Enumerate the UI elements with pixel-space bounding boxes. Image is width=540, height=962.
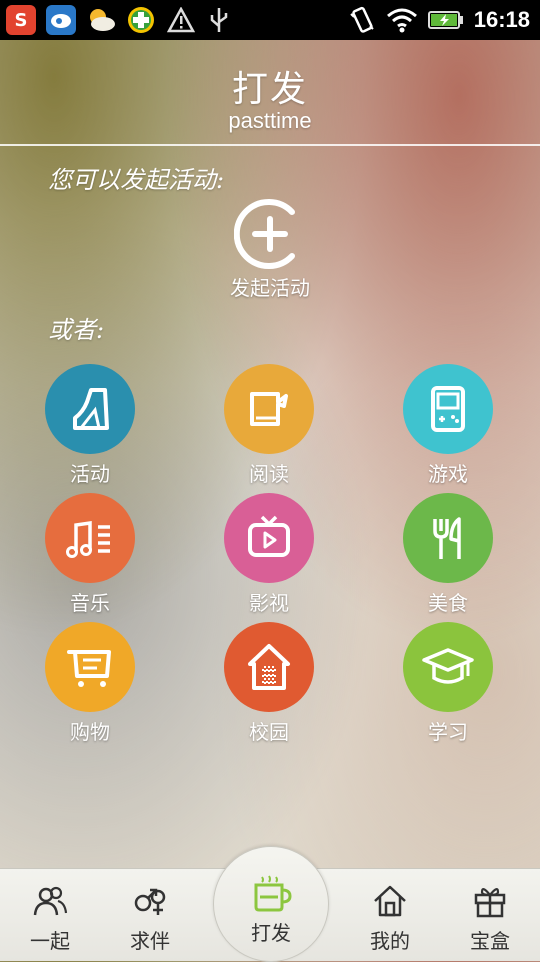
start-activity-label: 发起活动 [230, 276, 310, 300]
category-label: 美食 [428, 591, 468, 615]
category-label: 影视 [249, 591, 289, 615]
tab-label: 打发 [251, 921, 291, 945]
category-movies[interactable]: 影视 [209, 493, 329, 617]
page-subtitle: pasttime [228, 108, 312, 133]
category-label: 校园 [249, 720, 289, 744]
home-icon [374, 885, 406, 917]
category-label: 学习 [428, 720, 468, 744]
header-divider [0, 144, 540, 146]
category-food[interactable]: 美食 [388, 493, 508, 617]
clock: 16:18 [473, 7, 530, 32]
sina-weibo-icon [46, 5, 76, 35]
category-games[interactable]: 游戏 [388, 364, 508, 488]
sogou-input-icon: S [6, 5, 36, 35]
gameboy-icon [403, 364, 493, 454]
graduation-cap-icon [403, 622, 493, 712]
tab-together[interactable]: 一起 [0, 869, 100, 961]
tab-label: 宝盒 [470, 929, 510, 953]
category-campus[interactable]: 校园 [209, 622, 329, 746]
tab-mine[interactable]: 我的 [340, 869, 440, 961]
category-reading[interactable]: 阅读 [209, 364, 329, 488]
category-label: 购物 [70, 720, 110, 744]
360-security-icon [126, 5, 156, 35]
coffee-cup-icon [254, 875, 292, 912]
tab-treasure-box[interactable]: 宝盒 [440, 869, 540, 961]
boot-icon [45, 364, 135, 454]
tab-label: 一起 [30, 929, 70, 953]
book-icon [224, 364, 314, 454]
weather-icon [86, 5, 116, 35]
school-house-icon [224, 622, 314, 712]
category-music[interactable]: 音乐 [30, 493, 150, 617]
vibrate-icon [350, 6, 374, 33]
start-activity-button[interactable]: 发起活动 [224, 198, 316, 304]
fork-knife-icon [403, 493, 493, 583]
shopping-cart-icon [45, 622, 135, 712]
music-note-icon [45, 493, 135, 583]
category-label: 游戏 [428, 462, 468, 486]
gift-box-icon [474, 888, 506, 918]
category-activity[interactable]: 活动 [30, 364, 150, 488]
plus-circle-icon [234, 199, 295, 269]
tab-find-partner[interactable]: 求伴 [100, 869, 200, 961]
header: 打发 pasttime [0, 40, 540, 144]
gender-icon [134, 888, 166, 915]
wifi-icon [386, 8, 417, 33]
category-label: 活动 [70, 462, 110, 486]
tab-label: 求伴 [130, 929, 170, 953]
tv-icon [224, 493, 314, 583]
category-label: 音乐 [70, 591, 110, 615]
or-text: 或者: [48, 316, 105, 344]
intro-text: 您可以发起活动: [48, 166, 225, 194]
tab-pasttime[interactable]: 打发 [213, 846, 329, 962]
category-label: 阅读 [249, 462, 289, 486]
tab-label: 我的 [370, 929, 410, 953]
category-shopping[interactable]: 购物 [30, 622, 150, 746]
usb-icon [204, 5, 234, 35]
category-study[interactable]: 学习 [388, 622, 508, 746]
warning-icon [166, 5, 196, 35]
people-icon [33, 886, 68, 916]
status-bar: S 16:18 [0, 0, 540, 40]
page-title: 打发 [231, 69, 308, 110]
battery-charging-icon [427, 11, 463, 29]
